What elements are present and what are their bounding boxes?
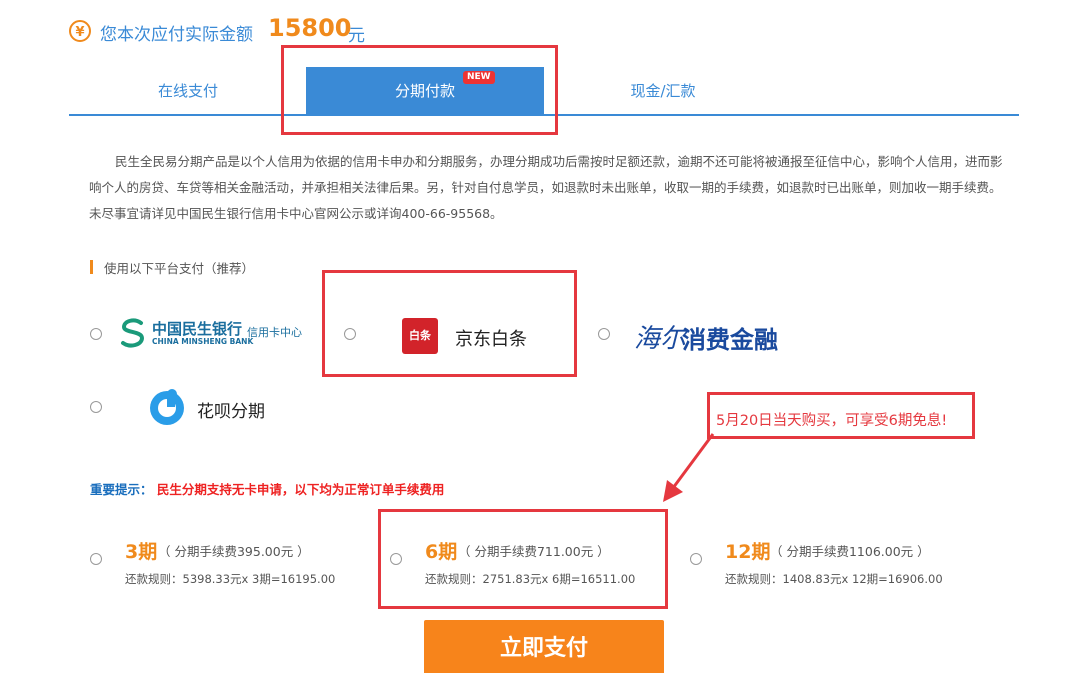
amount-label: 您本次应付实际金额 [100, 25, 253, 45]
huabei-name: 花呗分期 [197, 402, 265, 422]
callout-text: 5月20日当天购买，可享受6期免息! [716, 413, 948, 429]
platform-section-title: 使用以下平台支付（推荐） [104, 261, 255, 276]
pay-now-button[interactable]: 立即支付 [424, 620, 664, 673]
tab-cash-transfer[interactable]: 现金/汇款 [544, 67, 782, 114]
section-marker [90, 260, 93, 274]
highlight-box-tab [281, 45, 558, 135]
radio-plan-12[interactable] [690, 553, 702, 565]
important-notice: 重要提示： 民生分期支持无卡申请，以下均为正常订单手续费用 [90, 479, 444, 498]
plan-fee: （ 分期手续费395.00元 ） [158, 544, 310, 559]
radio-huabei[interactable] [90, 401, 102, 413]
callout-arrow-icon [663, 433, 715, 502]
cmbc-name-en: CHINA MINSHENG BANK [152, 337, 254, 346]
radio-haier[interactable] [598, 328, 610, 340]
plan-period: 3期 [125, 541, 158, 563]
installment-description: 民生全民易分期产品是以个人信用为依据的信用卡申办和分期服务，办理分期成功后需按时… [89, 154, 1003, 221]
yen-icon: ¥ [69, 20, 91, 42]
plan-rule: 还款规则：5398.33元x 3期=16195.00 [125, 572, 336, 586]
radio-plan-3[interactable] [90, 553, 102, 565]
notice-label: 重要提示： [90, 482, 153, 497]
amount-unit: 元 [348, 26, 365, 46]
plan-rule: 还款规则：1408.83元x 12期=16906.00 [725, 572, 943, 586]
notice-text: 民生分期支持无卡申请，以下均为正常订单手续费用 [156, 482, 445, 497]
haier-finance-name: 消费金融 [682, 326, 778, 354]
haier-logo: 海尔 [634, 324, 687, 354]
plan-period: 12期 [725, 541, 771, 563]
highlight-box-jd [322, 270, 577, 377]
radio-cmbc[interactable] [90, 328, 102, 340]
cmbc-logo-icon [121, 318, 145, 348]
highlight-box-plan-6 [378, 509, 668, 609]
tab-online-payment[interactable]: 在线支付 [69, 67, 307, 114]
plan-fee: （ 分期手续费1106.00元 ） [770, 544, 930, 559]
huabei-logo-icon [150, 389, 184, 425]
amount-value: 15800 [268, 14, 352, 42]
cmbc-sub: 信用卡中心 [247, 326, 302, 339]
cmbc-name: 中国民生银行 [152, 320, 243, 338]
